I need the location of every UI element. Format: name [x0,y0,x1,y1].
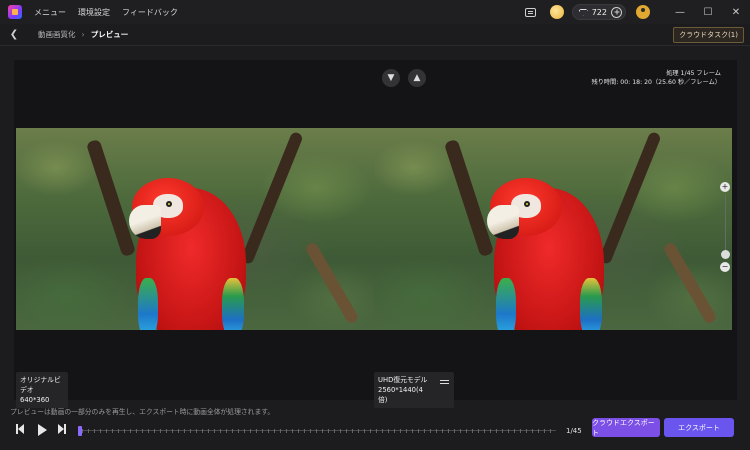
model-title: UHD復元モデル [378,376,428,384]
cloud-task-button[interactable]: クラウドタスク(1) [673,27,744,43]
menu-item-feedback[interactable]: フィードバック [122,7,178,18]
settings-sliders-icon[interactable] [440,380,449,387]
breadcrumb: 動画画質化 › プレビュー [38,29,128,40]
breadcrumb-separator-icon: › [81,30,85,39]
bar-icon [64,424,66,434]
preview-panel: ▼ ▲ 処理 1/45 フレーム 残り時間: 00: 18: 20（25.60 … [14,60,737,408]
enhanced-video-frame [374,128,732,330]
previous-frame-button[interactable] [16,424,30,436]
model-label: UHD復元モデル 2560*1440(4倍) [374,372,454,408]
processing-info: 処理 1/45 フレーム 残り時間: 00: 18: 20（25.60 秒／フレ… [591,69,721,87]
maximize-button[interactable]: ☐ [694,0,722,24]
playback-controls: 1/45 クラウドエクスポート エクスポート [0,416,750,444]
credits-badge[interactable]: 722 [571,4,626,20]
list-icon [525,7,537,17]
breadcrumb-current: プレビュー [90,30,129,39]
feedback-buttons: ▼ ▲ [382,69,426,87]
credits-count: 722 [591,7,607,17]
preview-notice: プレビューは動画の一部分のみを再生し、エクスポート時に動画全体が処理されます。 [10,408,275,416]
menu-item-settings[interactable]: 環境設定 [78,7,110,18]
original-video-title: オリジナルビデオ [20,376,61,394]
zoom-slider-handle[interactable] [721,250,730,259]
zoom-in-icon[interactable]: + [720,182,730,192]
zoom-control: + − [720,182,732,274]
cloud-export-button[interactable]: クラウドエクスポート [592,418,660,437]
close-button[interactable]: ✕ [722,0,750,24]
thumbs-up-icon[interactable]: ▲ [408,69,426,87]
original-video-frame [16,128,374,330]
breadcrumb-root[interactable]: 動画画質化 [38,29,76,40]
remaining-time: 残り時間: 00: 18: 20（25.60 秒／フレーム） [591,79,721,86]
minimize-button[interactable]: — [666,0,694,24]
parrot-image [16,128,374,330]
original-video-resolution: 640*360 [20,396,50,404]
app-logo-icon [8,5,22,19]
next-frame-button[interactable] [58,424,72,436]
menu-item-menu[interactable]: メニュー [34,7,66,18]
model-resolution: 2560*1440(4倍) [378,386,423,404]
parrot-image-enhanced [374,128,732,330]
main-menu: メニュー 環境設定 フィードバック [34,7,178,18]
back-button[interactable]: ❮ [4,24,24,46]
play-icon [38,424,47,436]
frame-progress: 処理 1/45 フレーム [666,70,721,77]
task-list-button[interactable] [522,3,540,21]
title-bar: メニュー 環境設定 フィードバック 722 — ☐ ✕ [0,0,750,24]
diamond-icon [578,8,588,16]
playhead-handle[interactable] [78,426,82,436]
thumbs-down-icon[interactable]: ▼ [382,69,400,87]
account-icon[interactable] [636,5,650,19]
play-button[interactable] [38,424,52,436]
breadcrumb-bar: ❮ 動画画質化 › プレビュー クラウドタスク(1) [0,24,750,46]
frame-counter: 1/45 [566,427,582,435]
export-button[interactable]: エクスポート [664,418,734,437]
add-credits-icon[interactable] [611,6,622,18]
original-video-label: オリジナルビデオ 640*360 [16,372,68,408]
titlebar-right: 722 — ☐ ✕ [522,0,750,24]
previous-icon [18,424,24,434]
coin-icon[interactable] [549,5,564,19]
zoom-out-icon[interactable]: − [720,262,730,272]
timeline-scrubber[interactable] [78,426,556,436]
